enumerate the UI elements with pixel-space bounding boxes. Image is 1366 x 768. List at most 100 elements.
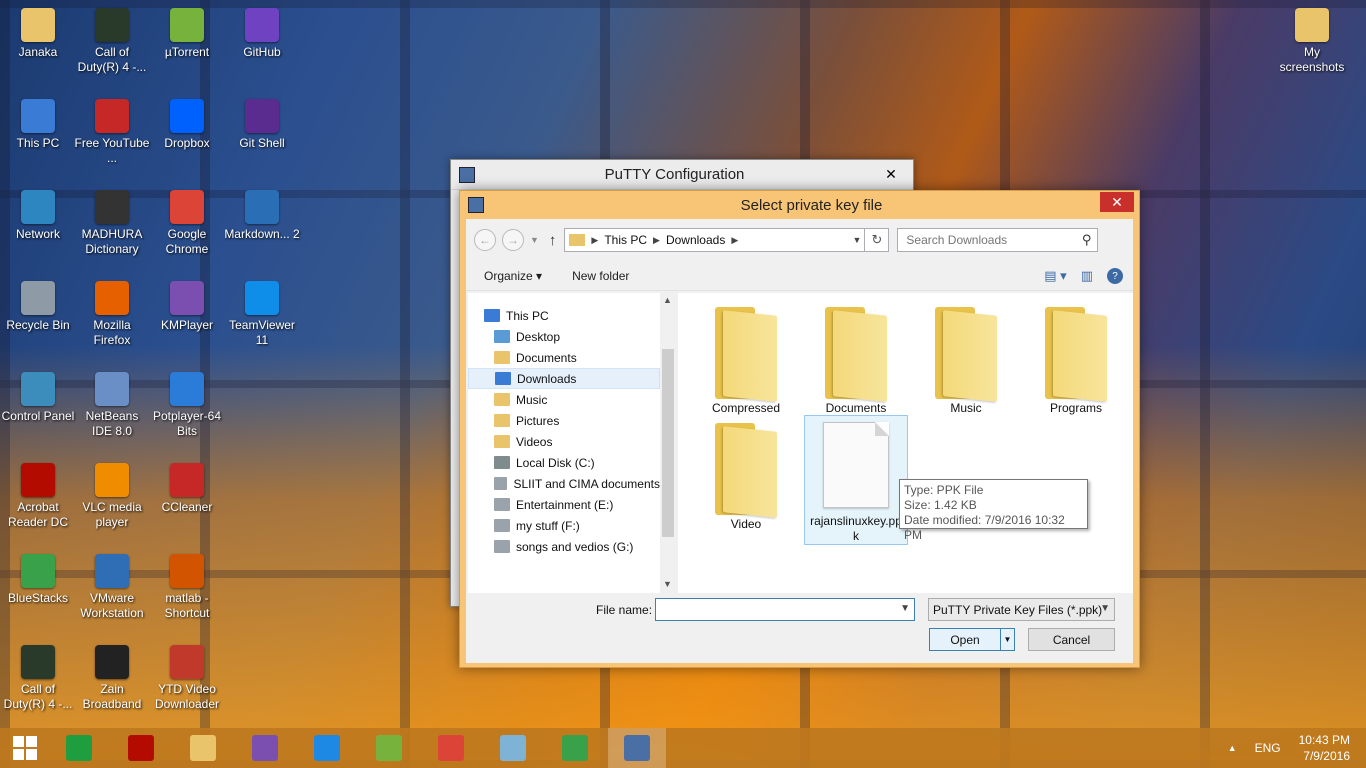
desktop-icon[interactable]: matlab - Shortcut [149,554,225,621]
open-button[interactable]: Open ▼ [929,628,1015,651]
folder-item[interactable]: Programs [1024,299,1128,429]
dialog-title-bar[interactable]: Select private key file ✕ [460,191,1139,219]
desktop-icon[interactable]: Call of Duty(R) 4 -... [74,8,150,75]
desktop-icon[interactable]: KMPlayer [149,281,225,333]
chevron-right-icon[interactable]: ▶ [731,235,738,246]
taskbar-app-internet-explorer[interactable] [298,728,356,768]
dialog-close-button[interactable]: ✕ [1100,192,1134,212]
tree-item-entertainment-e[interactable]: Entertainment (E:) [468,494,660,515]
desktop-icon[interactable]: Control Panel [0,372,76,424]
desktop-icon[interactable]: Janaka [0,8,76,60]
desktop-icon[interactable]: µTorrent [149,8,225,60]
folder-item[interactable]: Compressed [694,299,798,429]
forward-button[interactable]: → [502,229,524,251]
change-view-icon[interactable]: ▤ ▾ [1044,268,1066,284]
taskbar-app-kmplayer[interactable] [236,728,294,768]
folder-item[interactable]: Video [694,415,798,545]
address-bar[interactable]: ▶ This PC ▶ Downloads ▶ ▼ [564,228,866,252]
desktop-icon[interactable]: Potplayer-64 Bits [149,372,225,439]
taskbar-app-acrobat[interactable] [112,728,170,768]
desktop-icon[interactable]: YTD Video Downloader [149,645,225,712]
chevron-down-icon[interactable]: ▼ [853,235,862,245]
recent-locations-icon[interactable]: ▼ [530,235,539,245]
tree-item-pictures[interactable]: Pictures [468,410,660,431]
navigation-scrollbar[interactable]: ▲ ▼ [660,293,676,593]
file-item[interactable]: rajanslinuxkey.ppk [804,415,908,545]
help-icon[interactable]: ? [1107,268,1123,284]
up-arrow-icon[interactable]: ↑ [549,232,557,249]
tree-item-my-stuff-f[interactable]: my stuff (F:) [468,515,660,536]
putty-title-bar[interactable]: PuTTY Configuration ✕ [451,160,913,190]
chevron-right-icon[interactable]: ▶ [591,235,598,246]
tree-item-documents[interactable]: Documents [468,347,660,368]
desktop-icon[interactable]: Recycle Bin [0,281,76,333]
scroll-up-icon[interactable]: ▲ [663,295,672,305]
desktop-icon[interactable]: BlueStacks [0,554,76,606]
refresh-button[interactable]: ↻ [865,228,890,252]
cancel-button[interactable]: Cancel [1028,628,1115,651]
desktop-icon[interactable]: Free YouTube ... [74,99,150,166]
back-button[interactable]: ← [474,229,496,251]
desktop-icon[interactable]: CCleaner [149,463,225,515]
desktop-icon[interactable]: Call of Duty(R) 4 -... [0,645,76,712]
desktop-icon[interactable]: VMware Workstation [74,554,150,621]
select-private-key-dialog[interactable]: Select private key file ✕ ← → ▼ ↑ ▶ This… [459,190,1140,668]
navigation-pane[interactable]: songs and vedios (G:) my stuff (F:) Entert… [468,293,676,593]
desktop-icon-label: Free YouTube ... [74,136,150,165]
folder-item[interactable]: Music [914,299,1018,429]
tree-item-desktop[interactable]: Desktop [468,326,660,347]
tree-item-music[interactable]: Music [468,389,660,410]
desktop-icon[interactable]: Dropbox [149,99,225,151]
desktop-icon[interactable]: Git Shell [224,99,300,151]
taskbar-app-camtasia[interactable] [546,728,604,768]
new-folder-button[interactable]: New folder [572,269,629,283]
desktop-icon[interactable]: NetBeans IDE 8.0 [74,372,150,439]
search-box[interactable]: ⚲ [897,228,1099,252]
chevron-right-icon[interactable]: ▶ [653,235,660,246]
breadcrumb-downloads[interactable]: Downloads [666,233,725,247]
start-button[interactable] [0,728,50,768]
putty-close-button[interactable]: ✕ [874,165,908,185]
desktop-icon[interactable]: GitHub [224,8,300,60]
open-dropdown-icon[interactable]: ▼ [1000,629,1014,650]
show-hidden-icons-icon[interactable]: ▲ [1228,743,1237,753]
tree-item-local-disk-c[interactable]: Local Disk (C:) [468,452,660,473]
tree-item-downloads[interactable]: Downloads [468,368,660,389]
search-icon[interactable]: ⚲ [1082,232,1092,248]
desktop-icon[interactable]: Mozilla Firefox [74,281,150,348]
file-list[interactable]: Compressed Documents Music Programs Video raj… [678,293,1133,593]
desktop-icon[interactable]: TeamViewer 11 [224,281,300,348]
tree-item-sliit-and-cima-documents[interactable]: SLIIT and CIMA documents [468,473,660,494]
desktop-icon[interactable]: Network [0,190,76,242]
desktop-icon[interactable]: Zain Broadband [74,645,150,712]
tree-item-songs-and-vedios-g[interactable]: songs and vedios (G:) [468,536,660,557]
chevron-down-icon[interactable]: ▼ [900,603,910,614]
taskbar-app-store[interactable] [50,728,108,768]
clock[interactable]: 10:43 PM 7/9/2016 [1299,732,1350,764]
breadcrumb-this-pc[interactable]: This PC [604,233,647,247]
folder-item[interactable]: Documents [804,299,908,429]
desktop-icon[interactable]: Acrobat Reader DC [0,463,76,530]
file-type-select[interactable]: PuTTY Private Key Files (*.ppk) ▼ [928,598,1115,621]
tree-item-this-pc[interactable]: This PC [468,305,660,326]
tree-item-videos[interactable]: Videos [468,431,660,452]
desktop-icon[interactable]: Markdown... 2 [224,190,300,242]
preview-pane-icon[interactable]: ▥ [1081,268,1093,284]
chevron-down-icon[interactable]: ▼ [1100,603,1110,614]
desktop-icon[interactable]: MADHURA Dictionary [74,190,150,257]
file-name-field[interactable]: ▼ [655,598,915,621]
scrollbar-thumb[interactable] [662,349,674,537]
desktop-icon[interactable]: Google Chrome [149,190,225,257]
organize-button[interactable]: Organize ▾ [484,269,542,283]
taskbar-app-chrome[interactable] [422,728,480,768]
taskbar-app-utorrent[interactable] [360,728,418,768]
desktop-icon[interactable]: VLC media player [74,463,150,530]
taskbar-app-putty[interactable] [608,728,666,768]
taskbar-app-file-explorer[interactable] [174,728,232,768]
search-input[interactable] [906,233,1077,247]
scroll-down-icon[interactable]: ▼ [663,579,672,589]
taskbar-app-paint[interactable] [484,728,542,768]
desktop-icon[interactable]: My screenshots [1274,8,1350,75]
language-indicator[interactable]: ENG [1255,741,1281,755]
desktop-icon[interactable]: This PC [0,99,76,151]
